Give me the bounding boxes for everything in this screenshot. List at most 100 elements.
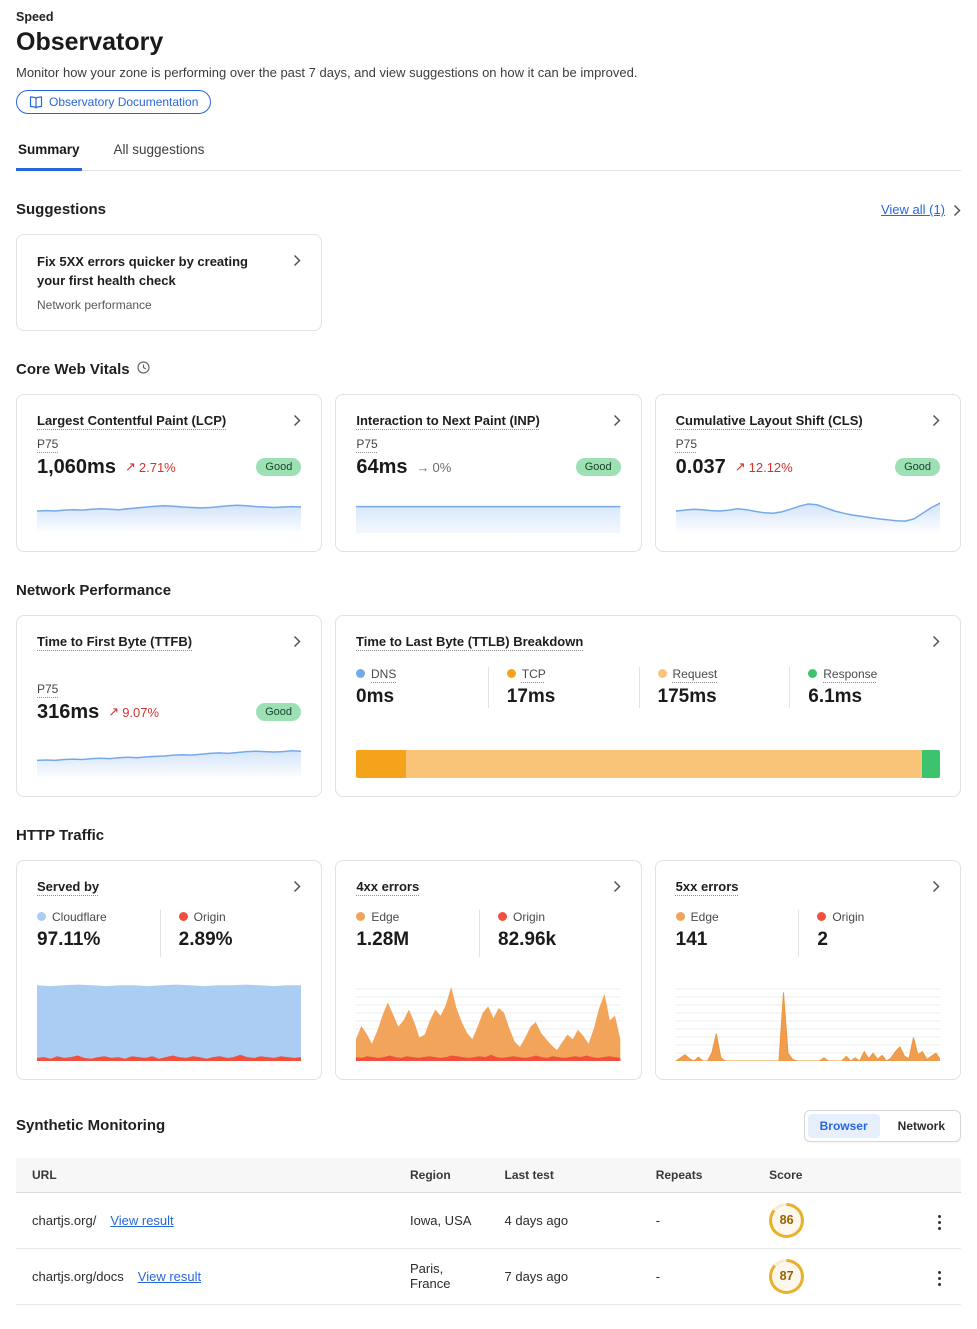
score-value: 87 bbox=[772, 1262, 801, 1291]
inp-trend: →0% bbox=[416, 460, 451, 475]
chevron-right-icon[interactable] bbox=[293, 413, 301, 427]
dns-stat: DNS 0ms bbox=[356, 667, 488, 708]
response-legend-dot bbox=[808, 669, 817, 678]
chevron-right-icon bbox=[953, 203, 961, 217]
kebab-menu-icon[interactable] bbox=[934, 1267, 946, 1291]
core-web-vitals-heading: Core Web Vitals bbox=[16, 361, 130, 378]
observatory-page: Speed Observatory Monitor how your zone … bbox=[0, 0, 977, 1329]
table-header-row: URL Region Last test Repeats Score bbox=[16, 1158, 961, 1193]
tcp-value: 17ms bbox=[507, 686, 639, 708]
tab-all-suggestions[interactable]: All suggestions bbox=[112, 132, 207, 171]
cls-value: 0.037 bbox=[676, 456, 726, 479]
ttfb-card-title[interactable]: Time to First Byte (TTFB) bbox=[37, 634, 192, 649]
fivexx-errors-card: 5xx errors Edge 141 Origin 2 bbox=[655, 860, 961, 1080]
ttfb-value: 316ms bbox=[37, 701, 99, 724]
row-url: chartjs.org/ bbox=[32, 1213, 96, 1228]
inp-value: 64ms bbox=[356, 456, 407, 479]
inp-card-title[interactable]: Interaction to Next Paint (INP) bbox=[356, 413, 539, 428]
fourxx-errors-title[interactable]: 4xx errors bbox=[356, 879, 419, 894]
fourxx-area-chart bbox=[356, 983, 620, 1061]
origin-value: 2.89% bbox=[179, 929, 302, 951]
suggestion-category: Network performance bbox=[37, 298, 301, 312]
kebab-menu-icon[interactable] bbox=[934, 1211, 946, 1235]
chevron-right-icon[interactable] bbox=[293, 879, 301, 893]
lcp-value: 1,060ms bbox=[37, 456, 116, 479]
toggle-browser[interactable]: Browser bbox=[808, 1114, 880, 1138]
cloudflare-legend-dot bbox=[37, 912, 46, 921]
edge-value: 1.28M bbox=[356, 929, 479, 951]
request-stat: Request 175ms bbox=[639, 667, 790, 708]
synthetic-monitoring-heading: Synthetic Monitoring bbox=[16, 1117, 165, 1134]
view-result-link[interactable]: View result bbox=[138, 1269, 201, 1284]
chevron-right-icon bbox=[293, 253, 301, 267]
tab-summary[interactable]: Summary bbox=[16, 132, 82, 171]
row-repeats: - bbox=[640, 1192, 753, 1248]
column-header-score: Score bbox=[753, 1158, 895, 1193]
table-row: chartjs.org/docsView result Paris, Franc… bbox=[16, 1248, 961, 1304]
request-value: 175ms bbox=[658, 686, 790, 708]
status-badge: Good bbox=[576, 458, 621, 476]
cls-sparkline-chart bbox=[676, 489, 940, 533]
tab-bar: Summary All suggestions bbox=[16, 132, 961, 171]
percentile-label: P75 bbox=[37, 682, 58, 696]
suggestion-title: Fix 5XX errors quicker by creating your … bbox=[37, 253, 267, 291]
origin-value: 82.96k bbox=[498, 929, 621, 951]
trend-flat-arrow-icon: → bbox=[416, 460, 429, 475]
http-traffic-section: HTTP Traffic Served by Cloudflare 97.11%… bbox=[16, 827, 961, 1080]
view-all-link[interactable]: View all (1) bbox=[881, 202, 961, 217]
cls-card: Cumulative Layout Shift (CLS) P75 0.037 … bbox=[655, 394, 961, 552]
row-url: chartjs.org/docs bbox=[32, 1269, 124, 1284]
tcp-stat: TCP 17ms bbox=[488, 667, 639, 708]
trend-up-arrow-icon: ↗ bbox=[125, 459, 136, 475]
fourxx-errors-card: 4xx errors Edge 1.28M Origin 82.96k bbox=[335, 860, 641, 1080]
ttlb-stacked-bar-chart bbox=[356, 750, 940, 778]
table-row: chartjs.org/View result Iowa, USA 4 days… bbox=[16, 1192, 961, 1248]
inp-sparkline-chart bbox=[356, 489, 620, 533]
toggle-network[interactable]: Network bbox=[886, 1114, 957, 1138]
lcp-card: Largest Contentful Paint (LCP) P75 1,060… bbox=[16, 394, 322, 552]
percentile-label: P75 bbox=[676, 437, 697, 451]
percentile-label: P75 bbox=[356, 437, 377, 451]
view-all-label[interactable]: View all (1) bbox=[881, 202, 945, 217]
lcp-card-title[interactable]: Largest Contentful Paint (LCP) bbox=[37, 413, 226, 428]
chevron-right-icon[interactable] bbox=[932, 413, 940, 427]
served-by-title[interactable]: Served by bbox=[37, 879, 99, 894]
fivexx-area-chart bbox=[676, 983, 940, 1061]
response-value: 6.1ms bbox=[808, 686, 940, 708]
lcp-trend: ↗2.71% bbox=[125, 459, 176, 475]
row-last-test: 4 days ago bbox=[489, 1192, 640, 1248]
ttfb-trend: ↗9.07% bbox=[108, 704, 159, 720]
score-ring: 87 bbox=[769, 1259, 804, 1294]
column-header-region: Region bbox=[394, 1158, 489, 1193]
suggestions-section: Suggestions View all (1) Fix 5XX errors … bbox=[16, 201, 961, 331]
cls-trend: ↗12.12% bbox=[735, 459, 793, 475]
chevron-right-icon[interactable] bbox=[932, 879, 940, 893]
dns-legend-dot bbox=[356, 669, 365, 678]
ttfb-sparkline-chart bbox=[37, 734, 301, 778]
chevron-right-icon[interactable] bbox=[293, 634, 301, 648]
edge-stat: Edge 141 bbox=[676, 910, 799, 957]
page-title: Observatory bbox=[16, 28, 961, 57]
ttlb-breakdown-card: Time to Last Byte (TTLB) Breakdown DNS 0… bbox=[335, 615, 961, 797]
origin-legend-dot bbox=[498, 912, 507, 921]
breadcrumb: Speed bbox=[16, 10, 961, 24]
view-result-link[interactable]: View result bbox=[110, 1213, 173, 1228]
row-last-test: 7 days ago bbox=[489, 1248, 640, 1304]
cls-card-title[interactable]: Cumulative Layout Shift (CLS) bbox=[676, 413, 863, 428]
origin-stat: Origin 2 bbox=[798, 910, 940, 957]
fivexx-errors-title[interactable]: 5xx errors bbox=[676, 879, 739, 894]
chevron-right-icon[interactable] bbox=[932, 634, 940, 648]
suggestion-card[interactable]: Fix 5XX errors quicker by creating your … bbox=[16, 234, 322, 331]
edge-legend-dot bbox=[676, 912, 685, 921]
book-icon bbox=[29, 96, 43, 109]
edge-value: 141 bbox=[676, 929, 799, 951]
row-region: Iowa, USA bbox=[394, 1192, 489, 1248]
chevron-right-icon[interactable] bbox=[613, 413, 621, 427]
network-performance-heading: Network Performance bbox=[16, 582, 171, 599]
network-performance-section: Network Performance Time to First Byte (… bbox=[16, 582, 961, 797]
chevron-right-icon[interactable] bbox=[613, 879, 621, 893]
ttlb-card-title[interactable]: Time to Last Byte (TTLB) Breakdown bbox=[356, 634, 583, 649]
trend-up-arrow-icon: ↗ bbox=[108, 704, 119, 720]
observatory-documentation-button[interactable]: Observatory Documentation bbox=[16, 90, 211, 114]
core-web-vitals-section: Core Web Vitals Largest Contentful Paint… bbox=[16, 361, 961, 552]
